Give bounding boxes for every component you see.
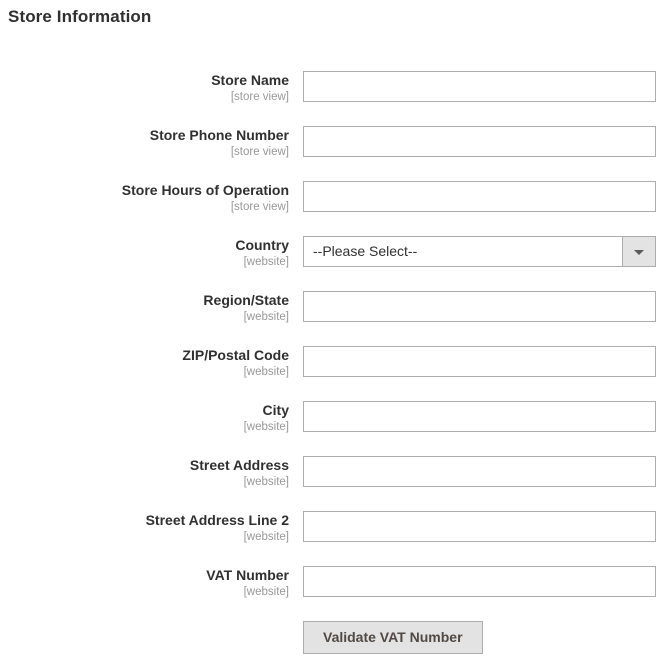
control-city [303,401,656,432]
field-label-region-state: Region/State [203,292,289,308]
label-block-street-address: Street Address [website] [0,448,289,489]
field-scope-country: [website] [243,256,289,268]
control-region-state [303,291,656,322]
field-label-street-address-line-2: Street Address Line 2 [145,512,289,528]
control-country: --Please Select-- [303,236,656,267]
label-block-country: Country [website] [0,228,289,269]
country-select-value: --Please Select-- [313,243,418,259]
field-scope-region-state: [website] [243,311,289,323]
street-address-input[interactable] [303,456,656,487]
chevron-down-icon[interactable] [622,237,655,266]
field-label-store-name: Store Name [211,72,289,88]
store-hours-of-operation-input[interactable] [303,181,656,212]
field-label-store-phone-number: Store Phone Number [149,127,289,143]
field-row-store-name: Store Name [store view] [0,63,668,118]
label-block-store-name: Store Name [store view] [0,63,289,104]
field-scope-city: [website] [243,421,289,433]
store-information-page: Store Information Store Name [store view… [0,0,668,664]
label-block-city: City [website] [0,393,289,434]
label-block-zip-postal-code: ZIP/Postal Code [website] [0,338,289,379]
label-block-store-phone-number: Store Phone Number [store view] [0,118,289,159]
field-row-street-address: Street Address [website] [0,448,668,503]
field-scope-street-address: [website] [243,476,289,488]
field-row-country: Country [website] --Please Select-- [0,228,668,283]
control-zip-postal-code [303,346,656,377]
zip-postal-code-input[interactable] [303,346,656,377]
field-scope-vat-number: [website] [243,586,289,598]
control-vat-number [303,566,656,597]
field-scope-store-name: [store view] [230,91,289,103]
control-store-name [303,71,656,102]
store-phone-number-input[interactable] [303,126,656,157]
region-state-input[interactable] [303,291,656,322]
field-row-vat-number: VAT Number [website] [0,558,668,613]
label-block-street-address-line-2: Street Address Line 2 [website] [0,503,289,544]
field-label-city: City [262,402,289,418]
country-select[interactable]: --Please Select-- [303,236,656,267]
field-label-zip-postal-code: ZIP/Postal Code [182,347,289,363]
store-name-input[interactable] [303,71,656,102]
field-label-store-hours-of-operation: Store Hours of Operation [121,182,289,198]
vat-number-input[interactable] [303,566,656,597]
field-label-vat-number: VAT Number [206,567,289,583]
field-label-country: Country [235,237,289,253]
field-scope-store-phone-number: [store view] [230,146,289,158]
field-label-street-address: Street Address [189,457,289,473]
validate-vat-number-button[interactable]: Validate VAT Number [303,621,483,654]
field-row-region-state: Region/State [website] [0,283,668,338]
field-row-store-phone-number: Store Phone Number [store view] [0,118,668,173]
label-block-store-hours-of-operation: Store Hours of Operation [store view] [0,173,289,214]
button-row-validate-vat: Validate VAT Number [0,613,668,657]
field-scope-store-hours-of-operation: [store view] [230,201,289,213]
control-street-address-line-2 [303,511,656,542]
page-title: Store Information [8,7,152,26]
control-street-address [303,456,656,487]
street-address-line-2-input[interactable] [303,511,656,542]
store-information-form: Store Name [store view] Store Phone Numb… [0,63,668,657]
field-scope-zip-postal-code: [website] [243,366,289,378]
city-input[interactable] [303,401,656,432]
label-block-region-state: Region/State [website] [0,283,289,324]
label-block-vat-number: VAT Number [website] [0,558,289,599]
field-row-zip-postal-code: ZIP/Postal Code [website] [0,338,668,393]
field-scope-street-address-line-2: [website] [243,531,289,543]
field-row-store-hours-of-operation: Store Hours of Operation [store view] [0,173,668,228]
field-row-street-address-line-2: Street Address Line 2 [website] [0,503,668,558]
control-store-phone-number [303,126,656,157]
field-row-city: City [website] [0,393,668,448]
control-store-hours-of-operation [303,181,656,212]
